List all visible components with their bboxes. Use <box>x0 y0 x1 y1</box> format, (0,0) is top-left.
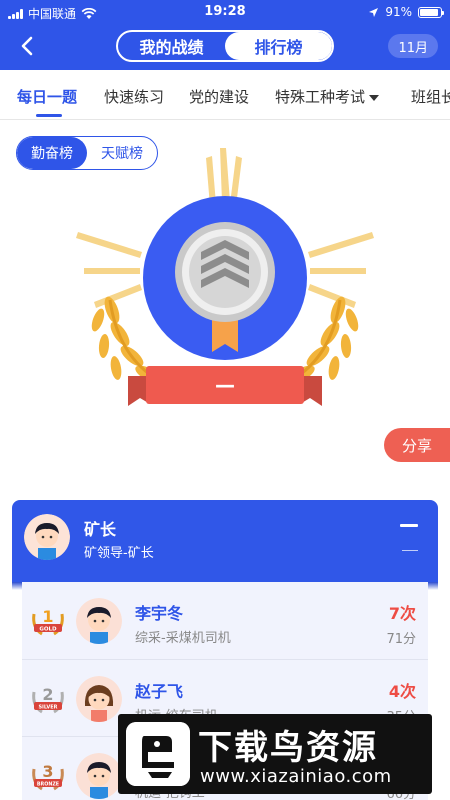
month-selector[interactable]: 11月 <box>388 34 438 58</box>
svg-text:SILVER: SILVER <box>38 705 57 711</box>
avatar <box>76 676 122 722</box>
rank-badge-illustration: — <box>76 148 374 406</box>
svg-text:1: 1 <box>42 607 53 626</box>
current-user-card: 矿长 矿领导-矿长 <box>12 500 438 590</box>
tab-quick-practice[interactable]: 快速练习 <box>104 86 164 107</box>
dropdown-caret-icon <box>369 94 380 101</box>
tab-daily-question[interactable]: 每日一题 <box>17 86 77 107</box>
bronze-medal-icon: 3 BRONZE <box>32 762 64 791</box>
svg-text:GOLD: GOLD <box>39 627 57 633</box>
svg-text:2: 2 <box>42 685 53 704</box>
user-rank-placeholder <box>400 524 418 527</box>
watermark-url: www.xiazainiao.com <box>200 766 392 787</box>
tab-special-exam[interactable]: 特殊工种考试 <box>275 86 380 107</box>
rank-name: 李宇冬 <box>135 604 184 623</box>
back-arrow-icon[interactable] <box>14 32 42 60</box>
share-button[interactable]: 分享 <box>384 428 450 462</box>
location-arrow-icon <box>369 7 379 17</box>
tab-special-exam-label: 特殊工种考试 <box>275 88 366 106</box>
gold-medal-icon: 1 GOLD <box>32 607 64 636</box>
ribbon-text: — <box>215 373 235 397</box>
segment-leaderboard[interactable]: 排行榜 <box>225 32 332 60</box>
svg-text:BRONZE: BRONZE <box>37 782 59 788</box>
status-bar: 中国联通 19:28 91% <box>0 0 450 24</box>
segment-my-record[interactable]: 我的战绩 <box>118 32 225 60</box>
rank-count: 4次 <box>388 682 416 701</box>
rank-name: 赵子飞 <box>135 682 184 701</box>
rank-score: 71分 <box>386 632 416 647</box>
avatar <box>76 598 122 644</box>
tab-party-building[interactable]: 党的建设 <box>189 86 249 107</box>
svg-text:3: 3 <box>42 762 53 781</box>
user-score-placeholder <box>402 550 418 551</box>
avatar <box>76 753 122 799</box>
avatar <box>24 514 70 560</box>
table-row[interactable]: 1 GOLD 李宇冬 综采-采煤机司机 7次 71分 <box>22 582 428 659</box>
bird-logo-icon <box>126 722 190 786</box>
user-subtitle: 矿领导-矿长 <box>84 546 154 561</box>
battery-percent: 91% <box>385 5 412 19</box>
rank-role: 综采-采煤机司机 <box>135 631 231 646</box>
watermark-banner: 下载鸟资源 www.xiazainiao.com <box>118 714 432 794</box>
category-tabs: 每日一题 快速练习 党的建设 特殊工种考试 班组长 <box>0 70 450 120</box>
rank-count: 7次 <box>388 604 416 623</box>
tab-team-leader[interactable]: 班组长 <box>411 86 450 107</box>
user-title: 矿长 <box>84 520 117 539</box>
silver-medal-icon: 2 SILVER <box>32 685 64 714</box>
active-tab-indicator <box>36 114 62 117</box>
top-header: 中国联通 19:28 91% 我的战绩 排行榜 11月 <box>0 0 450 70</box>
battery-icon <box>418 6 444 18</box>
segmented-control: 我的战绩 排行榜 <box>116 30 334 62</box>
status-right: 91% <box>368 5 444 19</box>
watermark-title: 下载鸟资源 <box>198 728 378 768</box>
